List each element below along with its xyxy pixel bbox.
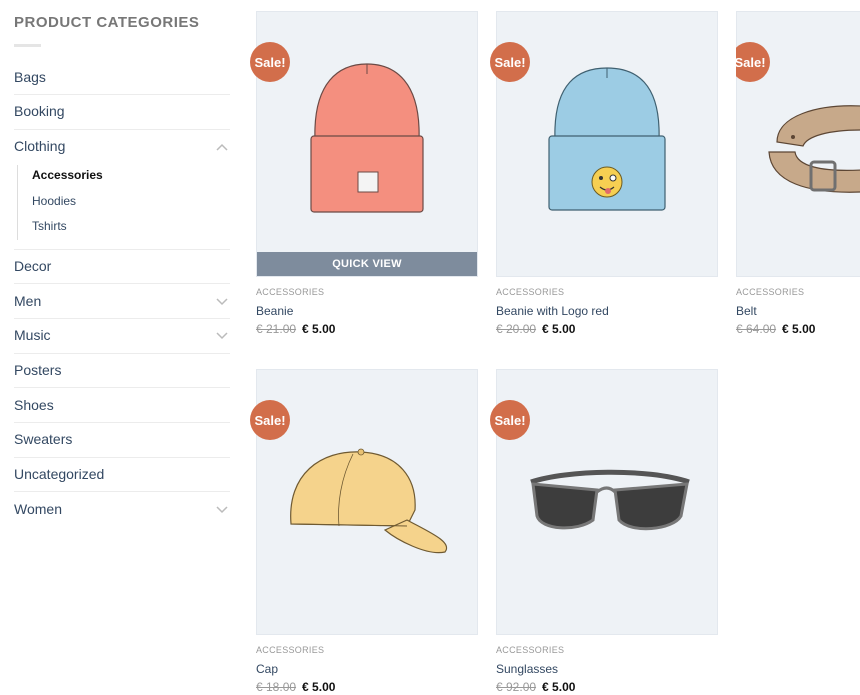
product-name[interactable]: Belt: [736, 304, 757, 318]
product-price: € 21.00 € 5.00: [256, 322, 335, 336]
sale-price: € 5.00: [542, 680, 576, 694]
category-label[interactable]: Bags: [14, 69, 46, 85]
chevron-down-icon[interactable]: [216, 296, 228, 308]
product-name[interactable]: Cap: [256, 662, 278, 676]
divider: [14, 387, 230, 388]
product-price: € 18.00 € 5.00: [256, 680, 335, 694]
clothing-subcategories: Accessories Hoodies Tshirts: [17, 165, 231, 240]
chevron-down-icon[interactable]: [216, 330, 228, 342]
product-image[interactable]: Sale!: [736, 11, 860, 277]
category-label[interactable]: Booking: [14, 103, 65, 119]
category-label[interactable]: Posters: [14, 362, 61, 378]
old-price: € 18.00: [256, 680, 297, 694]
product-card-belt[interactable]: Sale! ACCESSORIES Belt € 64.00 € 5.00: [736, 11, 860, 341]
product-name[interactable]: Beanie with Logo red: [496, 304, 609, 318]
chevron-down-icon[interactable]: [216, 504, 228, 516]
divider: [14, 318, 230, 319]
divider: [14, 491, 230, 492]
subcategory-accessories[interactable]: Accessories: [32, 168, 103, 182]
product-price: € 64.00 € 5.00: [736, 322, 815, 336]
product-category: ACCESSORIES: [256, 645, 325, 655]
sale-badge: Sale!: [490, 400, 530, 440]
category-label[interactable]: Shoes: [14, 397, 54, 413]
sidebar-title: PRODUCT CATEGORIES: [14, 14, 200, 31]
product-category: ACCESSORIES: [256, 287, 325, 297]
product-price: € 92.00 € 5.00: [496, 680, 575, 694]
category-label[interactable]: Clothing: [14, 138, 65, 154]
product-name[interactable]: Beanie: [256, 304, 293, 318]
divider: [14, 283, 230, 284]
product-category: ACCESSORIES: [496, 645, 565, 655]
divider: [14, 94, 230, 95]
sale-badge: Sale!: [250, 400, 290, 440]
category-label[interactable]: Decor: [14, 258, 51, 274]
product-category: ACCESSORIES: [736, 287, 805, 297]
old-price: € 64.00: [736, 322, 777, 336]
beanie-with-logo-image: [548, 67, 666, 211]
category-label[interactable]: Sweaters: [14, 431, 72, 447]
subcategory-hoodies[interactable]: Hoodies: [32, 194, 76, 208]
product-image[interactable]: Sale!: [490, 11, 718, 277]
old-price: € 20.00: [496, 322, 537, 336]
category-label[interactable]: Men: [14, 293, 41, 309]
sunglasses-image: [530, 469, 690, 531]
category-label[interactable]: Women: [14, 501, 62, 517]
divider: [14, 422, 230, 423]
product-category: ACCESSORIES: [496, 287, 565, 297]
chevron-up-icon[interactable]: [216, 141, 228, 153]
sale-badge: Sale!: [490, 42, 530, 82]
divider: [14, 249, 230, 250]
quick-view-button[interactable]: QUICK VIEW: [257, 252, 477, 276]
title-divider: [14, 44, 41, 47]
sale-badge: Sale!: [250, 42, 290, 82]
category-label[interactable]: Uncategorized: [14, 466, 104, 482]
cap-image: [290, 448, 448, 554]
old-price: € 21.00: [256, 322, 297, 336]
product-image[interactable]: Sale! QUICK VIEW: [250, 11, 478, 277]
category-label[interactable]: Music: [14, 327, 51, 343]
product-image[interactable]: Sale!: [490, 369, 718, 635]
sale-price: € 5.00: [302, 322, 336, 336]
subcategory-tshirts[interactable]: Tshirts: [32, 219, 67, 233]
beanie-image: [310, 63, 424, 213]
divider: [14, 129, 230, 130]
sale-price: € 5.00: [542, 322, 576, 336]
product-price: € 20.00 € 5.00: [496, 322, 575, 336]
old-price: € 92.00: [496, 680, 537, 694]
product-name[interactable]: Sunglasses: [496, 662, 558, 676]
product-image[interactable]: Sale!: [250, 369, 478, 635]
sale-price: € 5.00: [782, 322, 816, 336]
divider: [14, 457, 230, 458]
divider: [14, 353, 230, 354]
sale-price: € 5.00: [302, 680, 336, 694]
